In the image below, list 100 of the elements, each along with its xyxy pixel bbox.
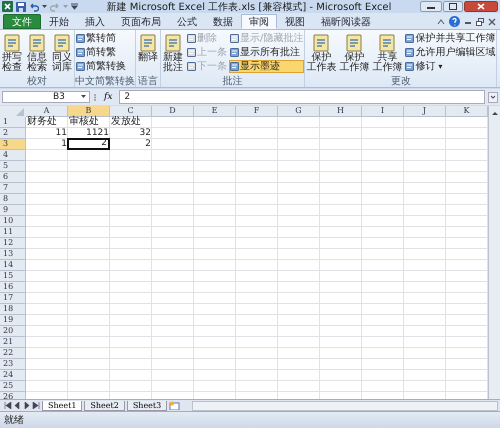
document-icon	[76, 62, 85, 70]
insert-function-button[interactable]: fx	[100, 92, 116, 102]
document-icon	[311, 33, 332, 53]
ribbon-button[interactable]: 显示墨迹	[229, 60, 304, 72]
row-header[interactable]: 4	[0, 150, 26, 161]
row-header[interactable]: 24	[0, 370, 26, 381]
row-header[interactable]: 20	[0, 326, 26, 337]
expand-icon[interactable]	[488, 92, 498, 102]
table-cell[interactable]: 2	[67, 138, 110, 150]
minimize-icon[interactable]	[420, 1, 442, 12]
column-header[interactable]: D	[152, 106, 194, 117]
file-tab[interactable]: 文件	[3, 14, 41, 29]
row-header[interactable]: 11	[0, 227, 26, 238]
ribbon-tab[interactable]: 开始	[41, 14, 77, 29]
restore-icon[interactable]	[476, 18, 484, 26]
caret-icon[interactable]	[42, 4, 47, 8]
ribbon-button[interactable]: 修订 ▾	[404, 60, 496, 72]
row-header[interactable]: 3	[0, 139, 26, 150]
ribbon-button[interactable]: 简转繁	[75, 46, 135, 58]
ribbon-button[interactable]: 保护 工作表	[305, 31, 338, 75]
save-icon[interactable]	[16, 2, 26, 12]
sheet-tab[interactable]: Sheet3	[126, 400, 168, 410]
ribbon-tab[interactable]: 福昕阅读器	[313, 14, 379, 29]
ribbon-button[interactable]: 新建批注	[161, 31, 185, 75]
sheet-tab[interactable]: Sheet1	[42, 400, 82, 410]
sheet-tab[interactable]: Sheet2	[84, 400, 125, 410]
column-header[interactable]: K	[446, 106, 488, 117]
row-header[interactable]: 25	[0, 381, 26, 392]
ribbon-button[interactable]: 信息检索	[25, 31, 49, 75]
row-header[interactable]: 10	[0, 216, 26, 227]
table-cell[interactable]: 1121	[68, 128, 110, 139]
vertical-scrollbar[interactable]	[488, 106, 500, 399]
sheet-navigation-icon[interactable]	[4, 402, 40, 409]
row-header[interactable]: 14	[0, 260, 26, 271]
row-header[interactable]: 2	[0, 128, 26, 139]
row-header[interactable]: 16	[0, 282, 26, 293]
row-header[interactable]: 6	[0, 172, 26, 183]
ribbon-tab[interactable]: 审阅	[241, 14, 277, 29]
ribbon-tab[interactable]: 公式	[169, 14, 205, 29]
row-header[interactable]: 19	[0, 315, 26, 326]
row-header[interactable]: 5	[0, 161, 26, 172]
column-header[interactable]: J	[404, 106, 446, 117]
column-header[interactable]: A	[26, 106, 68, 117]
insert-sheet-icon[interactable]	[169, 401, 180, 410]
row-header[interactable]: 7	[0, 183, 26, 194]
column-header[interactable]: C	[110, 106, 152, 117]
row-header[interactable]: 18	[0, 304, 26, 315]
scroll-up-icon[interactable]	[490, 109, 500, 118]
table-cell[interactable]: 财务处	[26, 117, 68, 128]
horizontal-scrollbar[interactable]	[192, 400, 498, 410]
table-cell[interactable]: 2	[110, 139, 152, 150]
close-icon[interactable]	[488, 18, 496, 26]
column-header[interactable]: B	[68, 106, 110, 117]
ribbon-button[interactable]: 允许用户编辑区域	[404, 46, 496, 58]
table-cell[interactable]: 审核处	[68, 117, 110, 128]
column-header[interactable]: I	[362, 106, 404, 117]
row-header[interactable]: 15	[0, 271, 26, 282]
row-header[interactable]: 23	[0, 359, 26, 370]
row-header[interactable]: 8	[0, 194, 26, 205]
row-header[interactable]: 9	[0, 205, 26, 216]
ribbon-tab[interactable]: 视图	[277, 14, 313, 29]
row-header[interactable]: 12	[0, 238, 26, 249]
table-cell[interactable]: 11	[26, 128, 68, 139]
row-header[interactable]: 22	[0, 348, 26, 359]
column-header[interactable]: F	[236, 106, 278, 117]
ribbon-tab[interactable]: 数据	[205, 14, 241, 29]
window-title: 新建 Microsoft Excel 工作表.xls [兼容模式] - Microsoft Excel	[106, 0, 392, 14]
ribbon-button[interactable]: 同义词库	[50, 31, 74, 75]
row-header[interactable]: 13	[0, 249, 26, 260]
undo-icon[interactable]	[29, 2, 39, 12]
help-icon[interactable]	[449, 16, 460, 27]
customize-toolbar-icon[interactable]	[71, 3, 78, 10]
table-cell[interactable]: 32	[110, 128, 152, 139]
row-header[interactable]: 17	[0, 293, 26, 304]
column-header[interactable]: E	[194, 106, 236, 117]
row-header[interactable]: 1	[0, 117, 26, 128]
ribbon-button[interactable]: 翻译	[136, 31, 160, 65]
formula-field[interactable]: 2	[119, 90, 485, 104]
ribbon-tab[interactable]: 插入	[77, 14, 113, 29]
row-header[interactable]: 21	[0, 337, 26, 348]
table-cell[interactable]: 1	[26, 139, 68, 150]
ribbon-tab[interactable]: 页面布局	[113, 14, 169, 29]
ribbon-button[interactable]: 简繁转换	[75, 60, 135, 72]
maximize-icon[interactable]	[443, 1, 463, 12]
ribbon-button[interactable]: 拼写检查	[0, 31, 24, 75]
ribbon-button[interactable]: 共享 工作簿	[371, 31, 404, 75]
collapse-ribbon-icon[interactable]	[437, 18, 445, 24]
table-cell[interactable]: 发放处	[110, 117, 152, 128]
ribbon-button[interactable]: 保护 工作簿	[338, 31, 370, 75]
ribbon-button[interactable]: 繁转简	[75, 32, 135, 44]
document-icon	[76, 34, 85, 42]
column-header[interactable]: G	[278, 106, 320, 117]
ribbon-button[interactable]: 保护并共享工作簿	[404, 32, 496, 44]
document-icon	[230, 34, 239, 42]
caret-icon	[81, 95, 86, 99]
column-header[interactable]: H	[320, 106, 362, 117]
row-header[interactable]: 26	[0, 392, 26, 399]
close-icon[interactable]	[464, 1, 498, 12]
name-box[interactable]: B3	[2, 91, 90, 103]
ribbon-button[interactable]: 显示所有批注	[229, 46, 304, 58]
